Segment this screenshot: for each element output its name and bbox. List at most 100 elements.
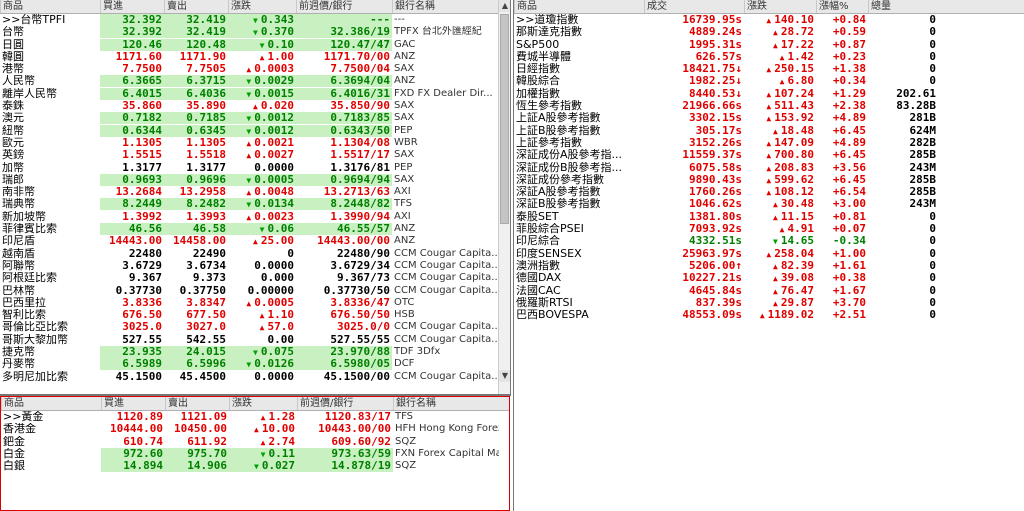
triangle-up-icon: ▲: [766, 138, 772, 148]
bank-name: AXI: [394, 210, 411, 222]
index-name: 印度SENSEX: [516, 247, 582, 260]
change-text: 0.0012: [254, 112, 294, 125]
previous-price: 14443.00/00: [317, 235, 390, 248]
percent-change: +6.54: [832, 186, 866, 199]
last-price: 1760.26s: [689, 186, 742, 199]
ask-price: 8.2482: [164, 198, 228, 211]
change-value: ▲ 25.00: [228, 235, 296, 247]
change-text: 57.0: [267, 321, 295, 334]
column-header[interactable]: 商品: [514, 0, 644, 13]
ask-price: 6.4036: [164, 87, 228, 100]
commodity-name: 瑞典幣: [2, 198, 35, 211]
change-text: 2.74: [268, 435, 296, 448]
last-price: 1982.25↓: [689, 75, 742, 88]
scroll-down-arrow-icon[interactable]: ▼: [499, 370, 510, 382]
bank-name: CCM Cougar Capita...: [394, 259, 498, 271]
change-value: ▲ 1.10: [228, 309, 296, 321]
previous-price: 0.6343/50: [296, 124, 392, 137]
percent-change: -0.34: [832, 235, 866, 248]
index-name: 法國CAC: [516, 284, 561, 297]
index-name: 韓股綜合: [516, 75, 560, 88]
previous-price: 6.4016/31: [296, 87, 392, 100]
change-value: ▼ 0.0126: [228, 358, 296, 371]
column-header[interactable]: 漲跌: [228, 0, 296, 13]
triangle-up-icon: ▲: [773, 200, 778, 210]
change-text: 1.00: [267, 50, 295, 63]
column-header[interactable]: 銀行名稱: [392, 0, 498, 13]
bid-price: 0.9693: [100, 173, 164, 186]
bank-name: SAX: [394, 112, 415, 124]
commodity-name: 離岸人民幣: [2, 87, 57, 100]
change-value: ▲ 258.04: [744, 248, 816, 260]
commodity-name: 菲律賓比索: [2, 223, 57, 236]
triangle-up-icon: ▲: [766, 175, 772, 185]
column-header[interactable]: 銀行名稱: [393, 397, 499, 410]
column-header[interactable]: 漲幅%: [816, 0, 868, 13]
last-price: 5206.00↑: [689, 259, 742, 272]
bank-name: ANZ: [394, 223, 416, 235]
total-volume: 0: [929, 259, 936, 272]
previous-price: 22480/90: [337, 247, 390, 260]
column-header[interactable]: 漲跌: [744, 0, 816, 13]
column-header[interactable]: 商品: [0, 0, 100, 13]
previous-price: 23.970/88: [296, 346, 392, 359]
bid-price: 14.894: [101, 460, 165, 473]
change-text: 147.09: [774, 136, 814, 149]
column-header[interactable]: 總量: [868, 0, 938, 13]
bid-price: 610.74: [123, 435, 163, 448]
change-value: ▼ 0.0012: [228, 124, 296, 137]
change-text: 0.075: [260, 346, 294, 359]
triangle-up-icon: ▲: [246, 138, 252, 148]
percent-change: +6.45: [832, 149, 866, 162]
scrollbar-thumb[interactable]: [500, 14, 509, 224]
column-header[interactable]: 賣出: [164, 0, 228, 13]
last-price: 3302.15s: [689, 112, 742, 125]
column-header[interactable]: 商品: [1, 397, 101, 410]
last-price: 25963.97s: [682, 247, 742, 260]
change-value: ▲ 511.43: [744, 100, 816, 112]
change-value: 0.000: [228, 272, 296, 284]
index-name: >>道瓊指數: [516, 14, 579, 26]
previous-price: 1.1304/08: [330, 136, 390, 149]
change-value: 0.0000: [228, 260, 296, 272]
change-text: 0.0000: [254, 161, 294, 174]
bank-name: FXN Forex Capital Markets: [395, 447, 499, 459]
bank-name: AXI: [394, 186, 411, 198]
bid-price: 676.50: [122, 309, 162, 322]
commodity-name: 英鎊: [2, 149, 24, 162]
previous-price: 1.5517/17: [330, 149, 390, 162]
fx-scrollbar[interactable]: ▲ ▼: [498, 0, 510, 394]
ask-price: 32.419: [164, 26, 228, 39]
commodity-name: 台幣: [2, 26, 24, 39]
commodity-name: 阿聯幣: [2, 259, 35, 272]
column-header[interactable]: 漲跌: [229, 397, 297, 410]
ask-price: 0.37750: [179, 284, 226, 297]
change-text: 250.15: [774, 63, 814, 76]
triangle-down-icon: ▼: [259, 225, 265, 235]
column-header[interactable]: 賣出: [165, 397, 229, 410]
column-header[interactable]: 前週價/銀行: [296, 0, 392, 13]
percent-change: +0.81: [832, 210, 866, 223]
change-value: ▲ 29.87: [744, 297, 816, 309]
column-header[interactable]: 成交: [644, 0, 744, 13]
change-value: ▲ 147.09: [744, 137, 816, 149]
column-header[interactable]: 買進: [100, 0, 164, 13]
change-value: ▲ 1.42: [744, 51, 816, 63]
scroll-up-arrow-icon[interactable]: ▲: [499, 0, 510, 12]
triangle-up-icon: ▲: [766, 16, 772, 25]
bid-price: 3.8336: [122, 296, 162, 309]
index-name: 那斯達克指數: [516, 26, 582, 39]
column-header[interactable]: 買進: [101, 397, 165, 410]
index-name: 澳洲指數: [516, 259, 560, 272]
triangle-down-icon: ▼: [253, 16, 258, 25]
column-header[interactable]: 前週價/銀行: [297, 397, 393, 410]
bank-name: OTC: [394, 296, 415, 308]
triangle-down-icon: ▼: [246, 175, 252, 185]
triangle-up-icon: ▲: [759, 311, 765, 321]
commodity-name: 日圓: [2, 38, 24, 51]
last-price: 1995.31s: [689, 38, 742, 51]
triangle-up-icon: ▲: [773, 212, 778, 222]
previous-price: 676.50/50: [330, 309, 390, 322]
change-value: 0.0000: [228, 371, 296, 383]
bank-name: CCM Cougar Capita...: [394, 284, 498, 296]
